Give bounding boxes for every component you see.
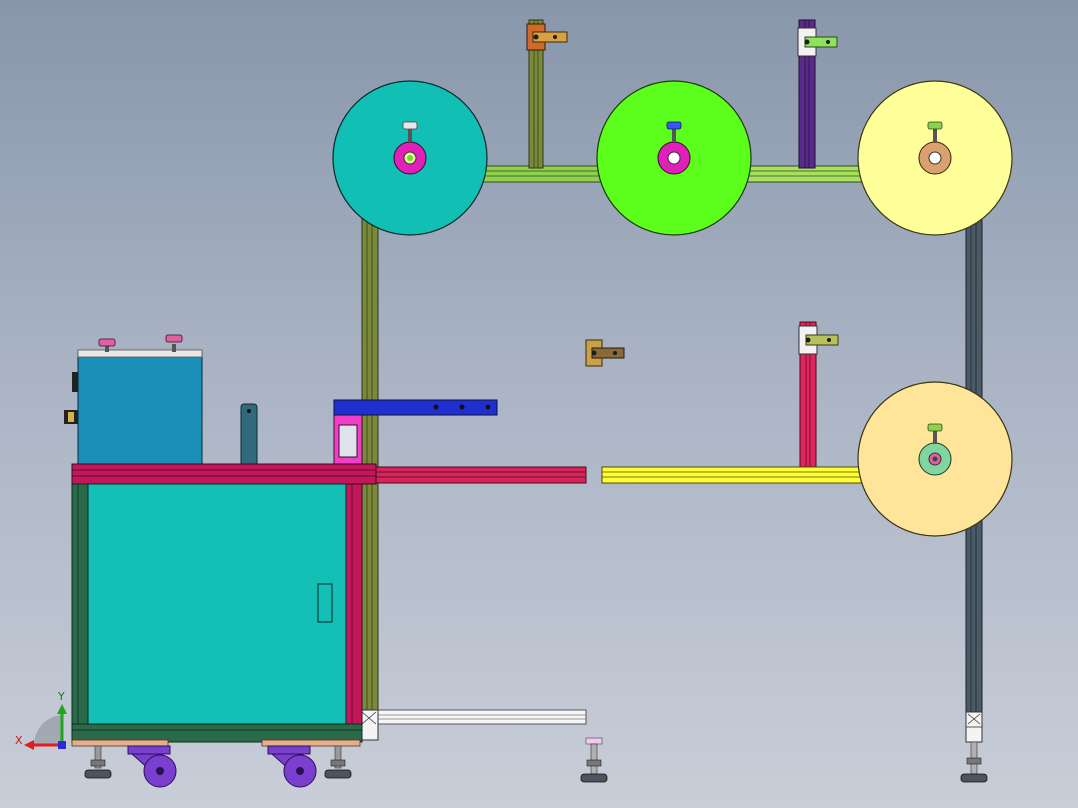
y-axis-label: Y <box>57 690 65 703</box>
blue-guide-bar <box>333 399 498 416</box>
crimson-post-clamp <box>798 325 839 355</box>
sensor-post <box>240 403 258 467</box>
crimson-horizontal-rail <box>375 466 587 484</box>
x-axis-label: X <box>15 734 23 747</box>
cabinet-right-frame <box>345 483 363 727</box>
cabinet-top-frame <box>71 463 377 485</box>
left-column-foot-bracket <box>359 709 379 741</box>
olive-post-clamp <box>526 23 568 51</box>
yellow-horizontal-rail <box>601 466 865 484</box>
caster-left <box>127 745 177 788</box>
leveling-foot-4 <box>960 741 988 783</box>
right-column-foot-bracket <box>965 711 983 743</box>
roll-green[interactable] <box>596 80 752 236</box>
cad-assembly-view[interactable]: Y X <box>0 0 1078 808</box>
bottom-white-rail <box>375 709 587 725</box>
roll-peach[interactable] <box>857 381 1013 537</box>
floating-bracket <box>585 339 625 367</box>
leveling-foot-3 <box>580 737 608 783</box>
cabinet-door[interactable] <box>87 483 347 725</box>
leveling-foot-2 <box>324 745 352 779</box>
roll-yellow[interactable] <box>857 80 1013 236</box>
pink-guide-bracket <box>333 413 363 465</box>
control-box[interactable] <box>64 349 203 465</box>
axis-triad: Y X <box>15 690 67 750</box>
purple-post-clamp <box>797 27 838 57</box>
roll-teal[interactable] <box>332 80 488 236</box>
cabinet-left-frame <box>71 483 89 727</box>
caster-right <box>267 745 317 788</box>
control-knob-right[interactable] <box>165 334 183 352</box>
leveling-foot-1 <box>84 745 112 779</box>
cabinet-bottom-frame <box>71 723 363 747</box>
